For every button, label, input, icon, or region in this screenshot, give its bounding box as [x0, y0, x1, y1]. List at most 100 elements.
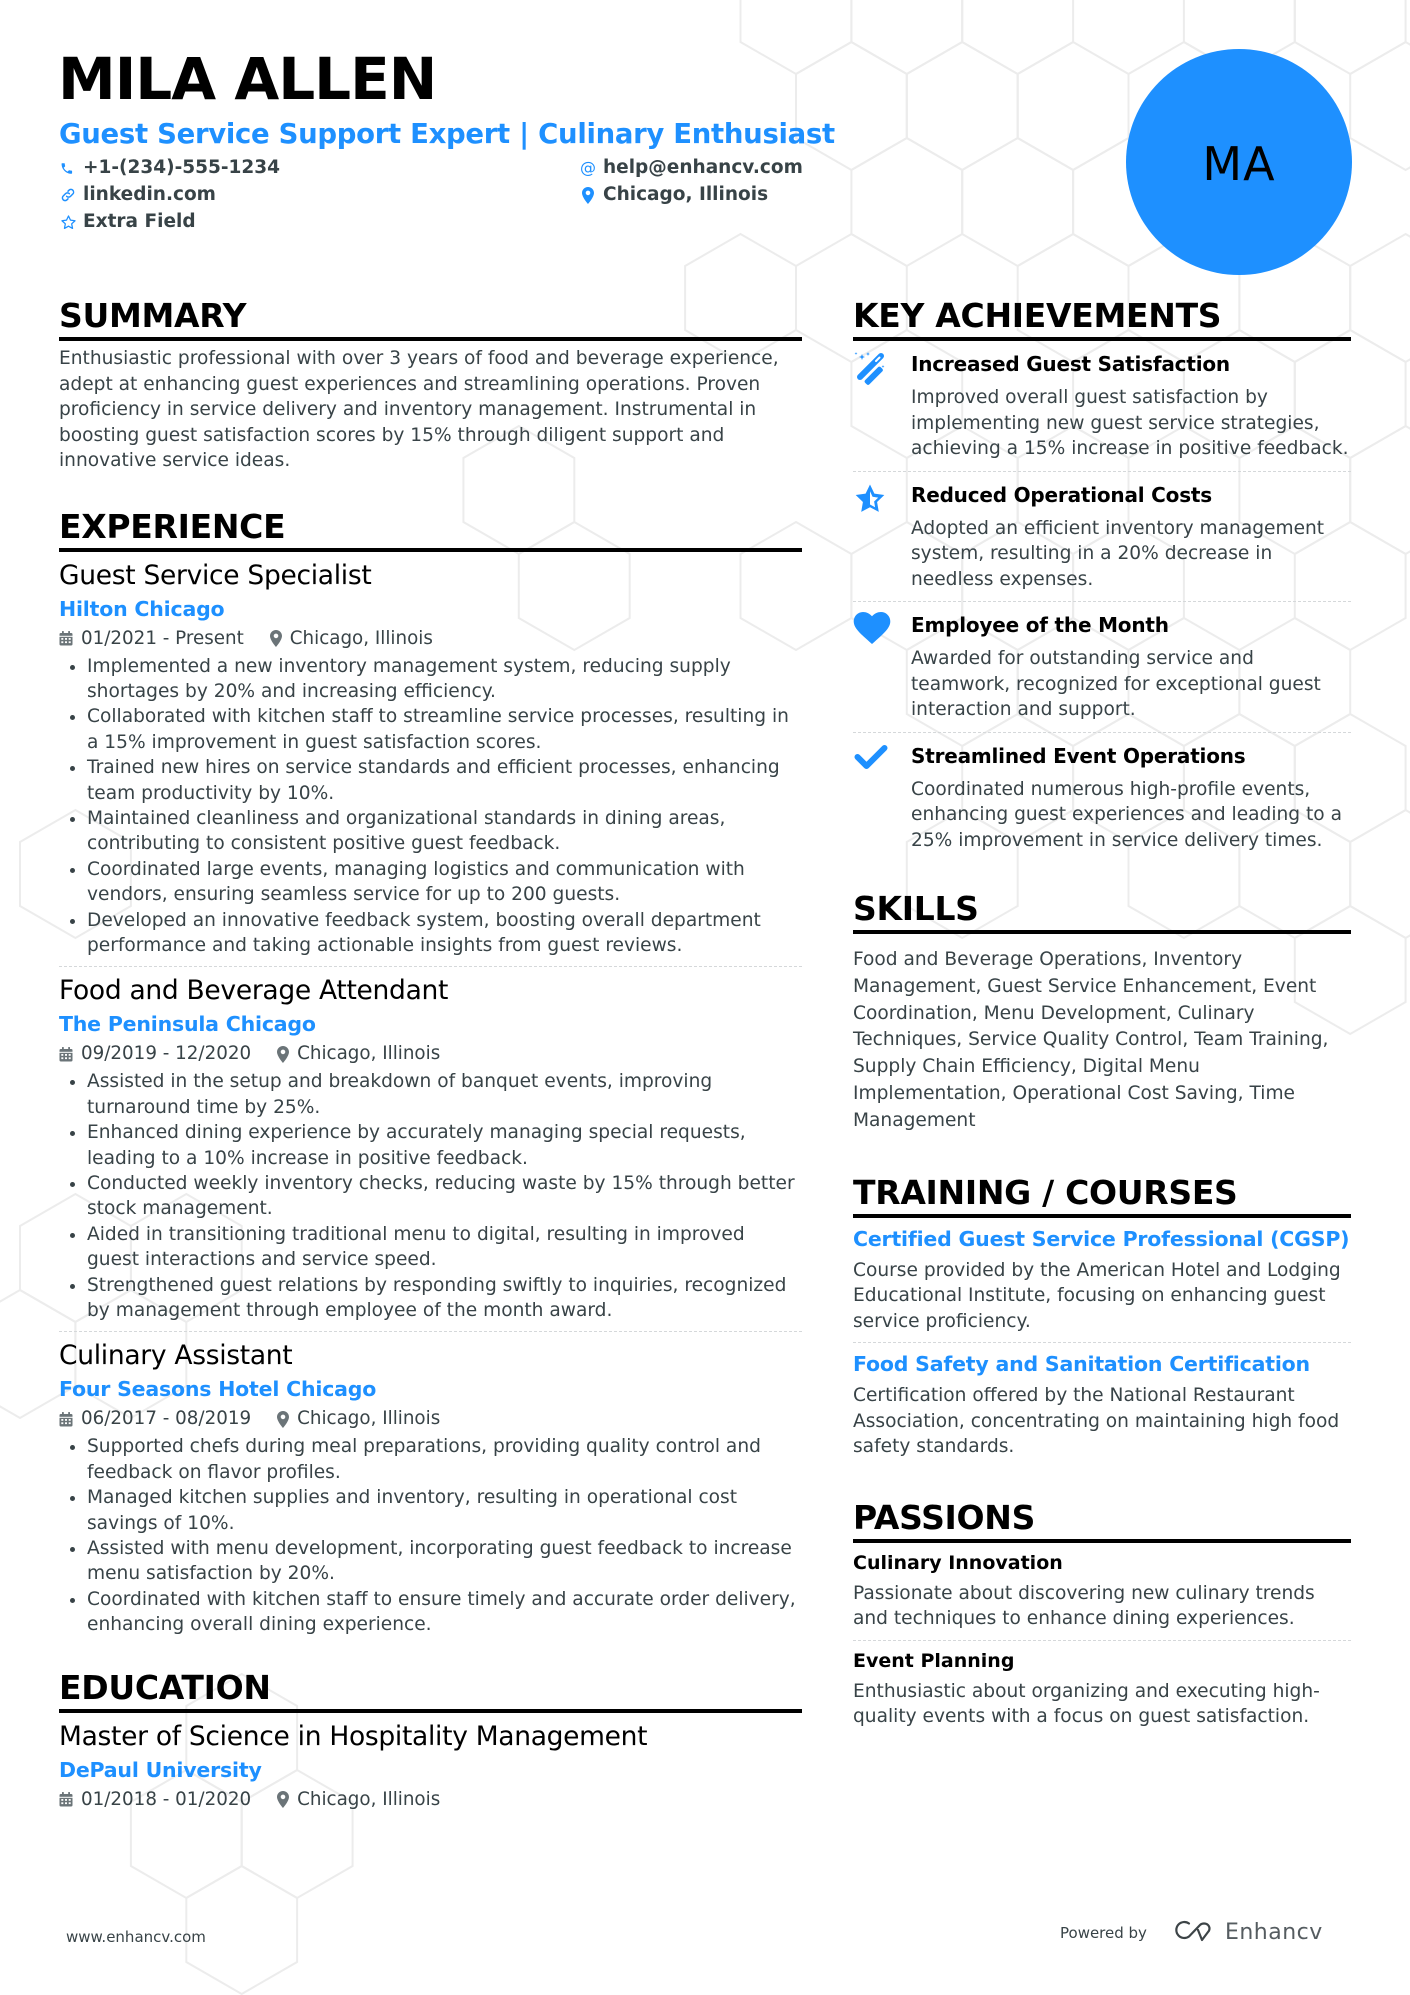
date-range: 06/2017 - 08/2019	[81, 1408, 252, 1430]
passions-section: PASSIONS Culinary Innovation Passionate a…	[853, 1498, 1351, 1738]
achievement-title: Reduced Operational Costs	[911, 482, 1212, 507]
date-location-row: 01/2021 - Present Chicago, Illinois	[59, 624, 802, 654]
achievements-heading: KEY ACHIEVEMENTS	[853, 296, 1351, 341]
date-range: 09/2019 - 12/2020	[81, 1043, 252, 1065]
contact-linkedin[interactable]: linkedin.com	[59, 182, 216, 208]
education-section: EDUCATION Master of Science in Hospitali…	[59, 1668, 802, 1823]
experience-list: Guest Service Specialist Hilton Chicago 01…	[59, 558, 802, 1646]
job-bullets: Supported chefs during meal preparations…	[59, 1434, 802, 1637]
contact-phone[interactable]: +1-(234)-555-1234	[59, 155, 280, 181]
checkmark-icon	[853, 741, 911, 854]
job-title: Culinary Assistant	[59, 1340, 293, 1372]
candidate-headline: Guest Service Support Expert | Culinary …	[59, 118, 835, 150]
date-range: 01/2021 - Present	[81, 627, 244, 649]
linkedin-value: linkedin.com	[83, 184, 216, 205]
achievement-description: Adopted an efficient inventory managemen…	[911, 517, 1325, 590]
map-pin-icon	[277, 1410, 290, 1428]
location: Chicago, Illinois	[297, 1043, 441, 1065]
achievement-description: Improved overall guest satisfaction by i…	[911, 387, 1349, 459]
job-bullet: Supported chefs during meal preparations…	[59, 1434, 802, 1485]
experience-item: Culinary Assistant Four Seasons Hotel Chi…	[59, 1338, 802, 1645]
right-column: KEY ACHIEVEMENTS Increased Guest Satisfa…	[853, 296, 1351, 1738]
phone-icon	[59, 159, 77, 177]
avatar-initials: MA	[1202, 137, 1276, 191]
contact-email[interactable]: @ help@enhancv.com	[579, 155, 803, 181]
star-half-icon	[853, 480, 911, 593]
course-title: Food Safety and Sanitation Certification	[853, 1352, 1310, 1377]
school-name: DePaul University	[59, 1757, 262, 1782]
enhancv-brand-name: Enhancv	[1224, 1920, 1323, 1945]
job-bullets: Implemented a new inventory management s…	[59, 654, 802, 959]
achievements-list: Increased Guest Satisfaction Improved ove…	[853, 341, 1351, 862]
skills-section: SKILLS Food and Beverage Operations, Inv…	[853, 889, 1351, 1135]
magic-wand-icon	[853, 349, 911, 462]
experience-item: Food and Beverage Attendant The Peninsula…	[59, 973, 802, 1333]
training-section: TRAINING / COURSES Certified Guest Servi…	[853, 1173, 1351, 1468]
passions-heading: PASSIONS	[853, 1498, 1351, 1543]
job-bullet: Strengthened guest relations by respondi…	[59, 1273, 802, 1324]
passions-list: Culinary Innovation Passionate about disc…	[853, 1543, 1351, 1738]
course-item: Food Safety and Sanitation Certification…	[853, 1343, 1351, 1468]
education-item: Master of Science in Hospitality Managem…	[59, 1719, 802, 1823]
course-description: Course provided by the American Hotel an…	[853, 1259, 1341, 1332]
job-bullet: Developed an innovative feedback system,…	[59, 908, 802, 959]
job-bullet: Enhanced dining experience by accurately…	[59, 1120, 802, 1171]
passion-title: Culinary Innovation	[853, 1551, 1063, 1574]
passion-description: Passionate about discovering new culinar…	[853, 1582, 1315, 1630]
summary-section: SUMMARY Enthusiastic professional with o…	[59, 296, 802, 474]
left-column: SUMMARY Enthusiastic professional with o…	[59, 296, 802, 1829]
calendar-icon	[59, 1411, 73, 1427]
resume-page: MILA ALLEN Guest Service Support Expert …	[0, 0, 1410, 1995]
achievement-item: Reduced Operational Costs Adopted an effi…	[853, 472, 1351, 602]
passion-title: Event Planning	[853, 1649, 1015, 1672]
powered-by-label: Powered by	[1060, 1923, 1147, 1942]
job-bullet: Trained new hires on service standards a…	[59, 755, 802, 806]
skills-text: Food and Beverage Operations, Inventory …	[853, 949, 1329, 1131]
job-bullet: Implemented a new inventory management s…	[59, 654, 802, 705]
date-location-row: 01/2018 - 01/2020 Chicago, Illinois	[59, 1785, 802, 1815]
contact-location: Chicago, Illinois	[579, 182, 768, 208]
course-title: Certified Guest Service Professional (CG…	[853, 1226, 1350, 1251]
summary-heading: SUMMARY	[59, 296, 802, 341]
summary-text: Enthusiastic professional with over 3 ye…	[59, 348, 779, 471]
map-pin-icon	[579, 186, 597, 204]
phone-value: +1-(234)-555-1234	[83, 157, 281, 178]
skills-heading: SKILLS	[853, 889, 1351, 934]
achievement-item: Employee of the Month Awarded for outstan…	[853, 602, 1351, 733]
job-bullet: Conducted weekly inventory checks, reduc…	[59, 1171, 802, 1222]
date-location-row: 06/2017 - 08/2019 Chicago, Illinois	[59, 1404, 802, 1434]
job-bullet: Assisted in the setup and breakdown of b…	[59, 1069, 802, 1120]
candidate-name: MILA ALLEN	[58, 45, 437, 113]
achievement-item: Increased Guest Satisfaction Improved ove…	[853, 341, 1351, 472]
company-name: Four Seasons Hotel Chicago	[59, 1377, 377, 1402]
location: Chicago, Illinois	[289, 627, 433, 649]
company-name: Hilton Chicago	[59, 596, 225, 621]
achievement-title: Increased Guest Satisfaction	[911, 352, 1230, 376]
education-heading: EDUCATION	[59, 1668, 802, 1713]
degree: Master of Science in Hospitality Managem…	[59, 1720, 648, 1752]
calendar-icon	[59, 631, 73, 646]
passion-description: Enthusiastic about organizing and execut…	[853, 1680, 1320, 1728]
enhancv-logo-icon	[1173, 1918, 1217, 1947]
email-value: help@enhancv.com	[603, 157, 803, 178]
date-range: 01/2018 - 01/2020	[81, 1788, 252, 1810]
job-bullets: Assisted in the setup and breakdown of b…	[59, 1069, 802, 1323]
avatar: MA	[1126, 49, 1352, 275]
achievements-section: KEY ACHIEVEMENTS Increased Guest Satisfa…	[853, 296, 1351, 862]
achievement-description: Coordinated numerous high-profile events…	[911, 778, 1342, 851]
training-heading: TRAINING / COURSES	[853, 1173, 1351, 1218]
heart-icon	[853, 610, 911, 723]
job-bullet: Collaborated with kitchen staff to strea…	[59, 704, 802, 755]
location: Chicago, Illinois	[297, 1788, 441, 1810]
footer-powered-by[interactable]: Powered by Enhancv	[1060, 1918, 1323, 1947]
date-location-row: 09/2019 - 12/2020 Chicago, Illinois	[59, 1039, 802, 1069]
course-item: Certified Guest Service Professional (CG…	[853, 1218, 1351, 1344]
map-pin-icon	[269, 630, 282, 647]
achievement-item: Streamlined Event Operations Coordinated …	[853, 733, 1351, 863]
job-bullet: Managed kitchen supplies and inventory, …	[59, 1485, 802, 1536]
job-bullet: Coordinated large events, managing logis…	[59, 857, 802, 908]
training-list: Certified Guest Service Professional (CG…	[853, 1218, 1351, 1468]
footer-website-link[interactable]: www.enhancv.com	[66, 1928, 206, 1946]
star-outline-icon	[59, 213, 77, 231]
experience-heading: EXPERIENCE	[59, 507, 802, 552]
